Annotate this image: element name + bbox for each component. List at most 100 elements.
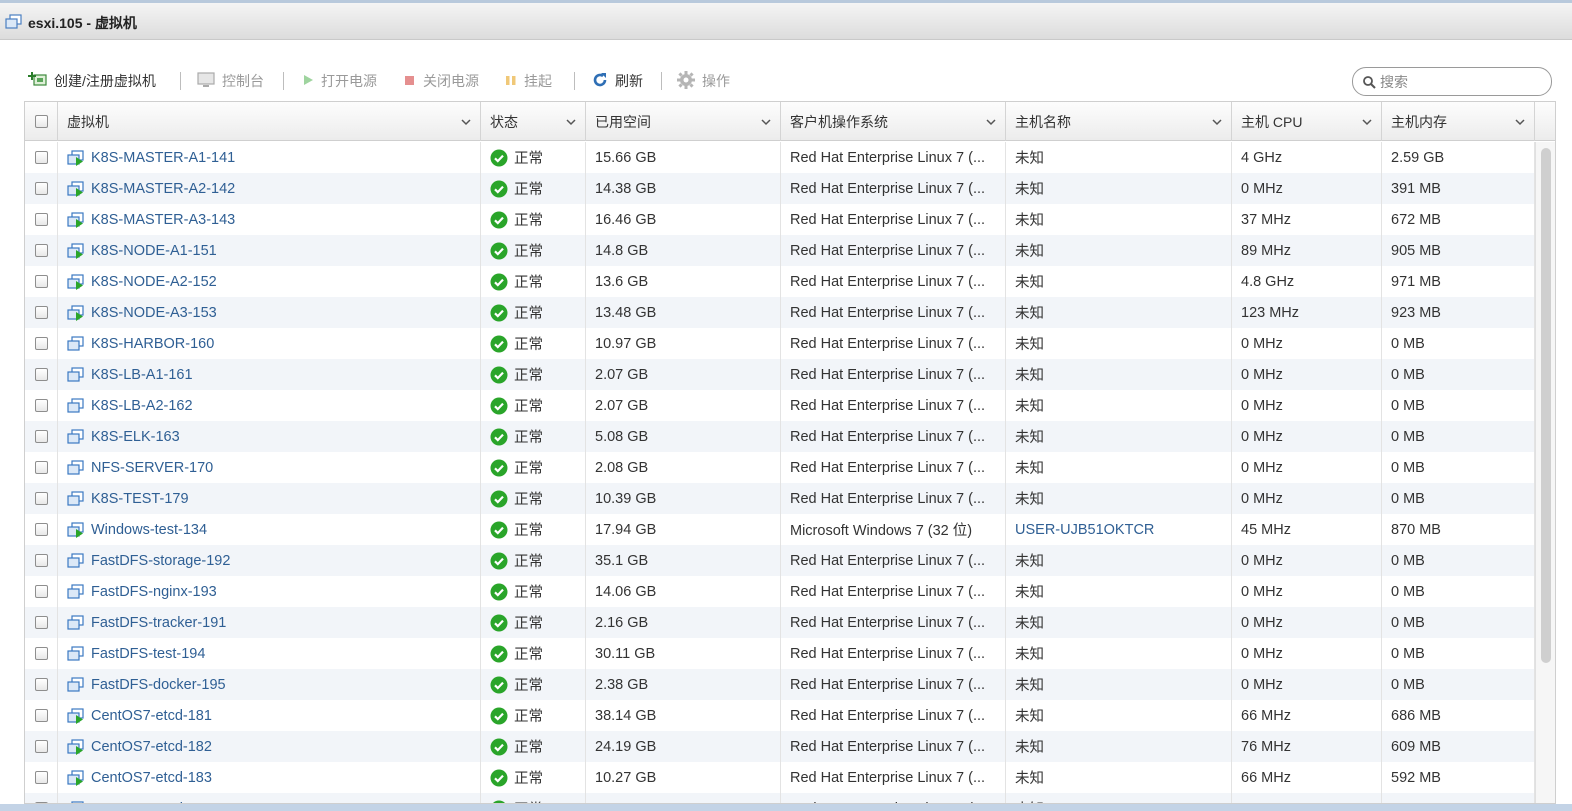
table-row[interactable]: K8S-LB-A1-161 正常 2.07 GB Red Hat Enterprise…	[25, 359, 1535, 390]
table-row[interactable]: FastDFS-storage-192 正常 35.1 GB Red Hat Ente…	[25, 545, 1535, 576]
row-checkbox[interactable]	[34, 616, 48, 629]
vm-name-link[interactable]: CentOS7-etcd-183	[91, 770, 212, 786]
vm-name-link[interactable]: K8S-MASTER-A3-143	[91, 212, 235, 228]
table-row[interactable]: CentOS7-etcd-184正常9.10 GBRed Hat Enterpr…	[25, 793, 1535, 803]
column-header-host-memory[interactable]: 主机内存	[1382, 102, 1535, 141]
row-checkbox[interactable]	[34, 647, 48, 660]
host-name-link[interactable]: USER-UJB51OKTCR	[1015, 522, 1154, 538]
row-checkbox[interactable]	[34, 430, 48, 443]
refresh-button[interactable]: 刷新	[591, 66, 643, 96]
row-checkbox[interactable]	[34, 740, 48, 753]
power-off-button[interactable]: 关闭电源	[403, 66, 479, 96]
table-row[interactable]: K8S-HARBOR-160 正常 10.97 GB Red Hat Enterpri…	[25, 328, 1535, 359]
vm-name-cell[interactable]: K8S-NODE-A3-153	[58, 297, 481, 328]
column-header-vm[interactable]: 虚拟机	[58, 102, 481, 141]
console-button[interactable]: 控制台	[196, 66, 264, 96]
row-checkbox[interactable]	[34, 151, 48, 164]
vm-name-link[interactable]: K8S-NODE-A2-152	[91, 274, 217, 290]
vm-name-cell[interactable]: Windows-test-134	[58, 514, 481, 545]
vm-name-cell[interactable]: CentOS7-etcd-184	[58, 793, 481, 803]
vm-name-link[interactable]: Windows-test-134	[91, 522, 207, 538]
vm-name-cell[interactable]: K8S-MASTER-A3-143	[58, 204, 481, 235]
vm-name-link[interactable]: K8S-NODE-A3-153	[91, 305, 217, 321]
table-row[interactable]: FastDFS-nginx-193 正常 14.06 GB Red Hat Enter…	[25, 576, 1535, 607]
search-input[interactable]	[1380, 72, 1544, 92]
search-box[interactable]	[1352, 67, 1552, 96]
vm-name-link[interactable]: K8S-LB-A2-162	[91, 398, 193, 414]
vertical-scrollbar[interactable]	[1535, 142, 1555, 803]
vm-name-cell[interactable]: FastDFS-storage-192	[58, 545, 481, 576]
row-checkbox[interactable]	[34, 337, 48, 350]
vm-name-link[interactable]: CentOS7-etcd-181	[91, 708, 212, 724]
vm-name-cell[interactable]: K8S-ELK-163	[58, 421, 481, 452]
table-row[interactable]: FastDFS-tracker-191 正常 2.16 GB Red Hat Ente…	[25, 607, 1535, 638]
row-checkbox[interactable]	[34, 554, 48, 567]
table-row[interactable]: CentOS7-etcd-181 正常 38.14 GB Red Hat Enterp…	[25, 700, 1535, 731]
row-checkbox[interactable]	[34, 492, 48, 505]
vm-name-link[interactable]: K8S-LB-A1-161	[91, 367, 193, 383]
vm-name-cell[interactable]: CentOS7-etcd-182	[58, 731, 481, 762]
row-checkbox[interactable]	[34, 709, 48, 722]
vm-name-link[interactable]: K8S-TEST-179	[91, 491, 189, 507]
row-checkbox[interactable]	[34, 771, 48, 784]
select-all-checkbox[interactable]	[34, 115, 48, 128]
table-row[interactable]: K8S-NODE-A3-153 正常 13.48 GB Red Hat Enterpr…	[25, 297, 1535, 328]
host-name-cell[interactable]: USER-UJB51OKTCR	[1006, 514, 1232, 545]
vm-name-link[interactable]: K8S-MASTER-A1-141	[91, 150, 235, 166]
table-row[interactable]: NFS-SERVER-170 正常 2.08 GB Red Hat Enterpris…	[25, 452, 1535, 483]
column-header-status[interactable]: 状态	[481, 102, 586, 141]
row-checkbox[interactable]	[34, 244, 48, 257]
vm-name-cell[interactable]: K8S-NODE-A1-151	[58, 235, 481, 266]
row-checkbox[interactable]	[34, 182, 48, 195]
vm-name-link[interactable]: K8S-NODE-A1-151	[91, 243, 217, 259]
column-header-guest-os[interactable]: 客户机操作系统	[781, 102, 1006, 141]
table-row[interactable]: K8S-TEST-179 正常 10.39 GB Red Hat Enterprise…	[25, 483, 1535, 514]
table-row[interactable]: K8S-NODE-A2-152 正常 13.6 GB Red Hat Enterpri…	[25, 266, 1535, 297]
vm-name-link[interactable]: K8S-HARBOR-160	[91, 336, 214, 352]
table-row[interactable]: K8S-NODE-A1-151 正常 14.8 GB Red Hat Enterpri…	[25, 235, 1535, 266]
vm-name-link[interactable]: FastDFS-docker-195	[91, 677, 226, 693]
vm-name-link[interactable]: K8S-MASTER-A2-142	[91, 181, 235, 197]
scrollbar-thumb[interactable]	[1541, 148, 1551, 663]
vm-name-link[interactable]: FastDFS-tracker-191	[91, 615, 226, 631]
vm-name-link[interactable]: FastDFS-test-194	[91, 646, 205, 662]
table-row[interactable]: FastDFS-docker-195 正常 2.38 GB Red Hat Enter…	[25, 669, 1535, 700]
table-row[interactable]: K8S-LB-A2-162 正常 2.07 GB Red Hat Enterprise…	[25, 390, 1535, 421]
power-on-button[interactable]: 打开电源	[301, 66, 377, 96]
vm-name-link[interactable]: K8S-ELK-163	[91, 429, 180, 445]
vm-name-cell[interactable]: K8S-LB-A2-162	[58, 390, 481, 421]
row-checkbox[interactable]	[34, 368, 48, 381]
table-row[interactable]: CentOS7-etcd-182 正常 24.19 GB Red Hat Enterp…	[25, 731, 1535, 762]
table-row[interactable]: K8S-MASTER-A2-142 正常 14.38 GB Red Hat Enter…	[25, 173, 1535, 204]
table-row[interactable]: CentOS7-etcd-183 正常 10.27 GB Red Hat Enterp…	[25, 762, 1535, 793]
row-checkbox[interactable]	[34, 523, 48, 536]
actions-button[interactable]: 操作	[676, 66, 730, 96]
vm-name-cell[interactable]: FastDFS-nginx-193	[58, 576, 481, 607]
column-header-host-name[interactable]: 主机名称	[1006, 102, 1232, 141]
vm-name-cell[interactable]: CentOS7-etcd-181	[58, 700, 481, 731]
column-header-host-cpu[interactable]: 主机 CPU	[1232, 102, 1382, 141]
vm-name-cell[interactable]: K8S-NODE-A2-152	[58, 266, 481, 297]
table-row[interactable]: K8S-ELK-163 正常 5.08 GB Red Hat Enterprise L…	[25, 421, 1535, 452]
vm-name-cell[interactable]: K8S-MASTER-A1-141	[58, 142, 481, 173]
vm-name-cell[interactable]: K8S-LB-A1-161	[58, 359, 481, 390]
table-row[interactable]: FastDFS-test-194 正常 30.11 GB Red Hat Enterp…	[25, 638, 1535, 669]
vm-name-link[interactable]: NFS-SERVER-170	[91, 460, 213, 476]
row-checkbox[interactable]	[34, 306, 48, 319]
vm-name-cell[interactable]: K8S-HARBOR-160	[58, 328, 481, 359]
vm-name-link[interactable]: FastDFS-storage-192	[91, 553, 230, 569]
table-row[interactable]: K8S-MASTER-A1-141 正常 15.66 GB Red Hat Enter…	[25, 142, 1535, 173]
vm-name-cell[interactable]: FastDFS-tracker-191	[58, 607, 481, 638]
table-row[interactable]: K8S-MASTER-A3-143 正常 16.46 GB Red Hat Enter…	[25, 204, 1535, 235]
row-checkbox[interactable]	[34, 678, 48, 691]
create-register-vm-button[interactable]: 创建/注册虚拟机	[28, 66, 156, 96]
row-checkbox[interactable]	[34, 275, 48, 288]
vm-name-cell[interactable]: CentOS7-etcd-183	[58, 762, 481, 793]
row-checkbox[interactable]	[34, 461, 48, 474]
vm-name-link[interactable]: CentOS7-etcd-182	[91, 739, 212, 755]
row-checkbox[interactable]	[34, 585, 48, 598]
table-row[interactable]: Windows-test-134 正常 17.94 GB Microsoft Wind…	[25, 514, 1535, 545]
suspend-button[interactable]: 挂起	[504, 66, 552, 96]
vm-name-link[interactable]: FastDFS-nginx-193	[91, 584, 217, 600]
row-checkbox[interactable]	[34, 399, 48, 412]
